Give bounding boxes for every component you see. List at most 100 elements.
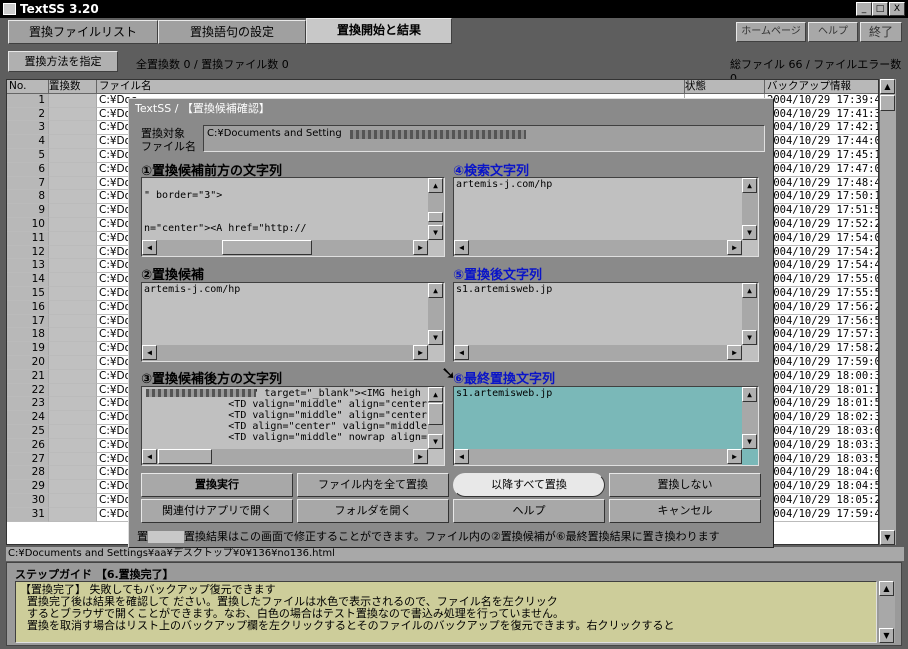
replace-all-in-file-button[interactable]: ファイル内を全て置換 — [297, 473, 449, 497]
row-backup[interactable]: 2004/10/29 17:56:50 — [765, 315, 878, 329]
row-backup[interactable]: 2004/10/29 17:54:48 — [765, 259, 878, 274]
after-vscroll[interactable]: ▲ ▼ — [428, 387, 444, 449]
homepage-button[interactable]: ホームページ — [736, 22, 806, 42]
row-backup[interactable]: 2004/10/29 17:47:05 — [765, 163, 878, 177]
before-text-box[interactable]: " border="3"> n="center"><A href="http:/… — [141, 177, 445, 257]
right-arrow[interactable]: ▶ — [727, 240, 742, 255]
tab-replace-settings[interactable]: 置換語句の設定 — [158, 20, 306, 44]
scroll-down-arrow[interactable]: ▼ — [880, 530, 895, 545]
replacement-vscroll[interactable]: ▲ ▼ — [742, 283, 758, 345]
final-hscroll[interactable]: ◀ ▶ — [454, 449, 742, 465]
row-backup[interactable]: 2004/10/29 18:02:37 — [765, 411, 878, 425]
right-arrow[interactable]: ▶ — [727, 345, 742, 360]
row-backup[interactable]: 2004/10/29 17:56:21 — [765, 301, 878, 315]
up-arrow[interactable]: ▲ — [428, 387, 443, 402]
left-arrow[interactable]: ◀ — [142, 345, 157, 360]
open-folder-button[interactable]: フォルダを開く — [297, 499, 449, 523]
up-arrow[interactable]: ▲ — [428, 178, 443, 193]
replacement-string-box[interactable]: s1.artemisweb.jp ▲ ▼ ◀ ▶ — [453, 282, 759, 362]
down-arrow[interactable]: ▼ — [428, 225, 443, 240]
header-count[interactable]: 置換数 — [49, 80, 97, 94]
replace-all-after-button[interactable]: 以降すべて置換 — [453, 473, 605, 497]
row-backup[interactable]: 2004/10/29 17:55:54 — [765, 287, 878, 301]
row-backup[interactable]: 2004/10/29 18:01:15 — [765, 384, 878, 398]
cancel-button[interactable]: キャンセル — [609, 499, 761, 523]
row-backup[interactable]: 2004/10/29 17:59:03 — [765, 356, 878, 370]
row-backup[interactable]: 2004/10/29 18:04:03 — [765, 466, 878, 481]
guide-up-arrow[interactable]: ▲ — [879, 581, 894, 596]
help-button[interactable]: ヘルプ — [808, 22, 858, 42]
right-arrow[interactable]: ▶ — [413, 345, 428, 360]
row-backup[interactable]: 2004/10/29 17:48:43 — [765, 177, 878, 191]
search-string-box[interactable]: artemis-j.com/hp ▲ ▼ ◀ ▶ — [453, 177, 759, 257]
before-vscroll[interactable]: ▲ ▼ — [428, 178, 444, 240]
open-app-button[interactable]: 関連付けアプリで開く — [141, 499, 293, 523]
row-backup[interactable]: 2004/10/29 17:50:16 — [765, 190, 878, 205]
tab-file-list[interactable]: 置換ファイルリスト — [8, 20, 158, 44]
row-backup[interactable]: 2004/10/29 17:55:06 — [765, 273, 878, 287]
right-arrow[interactable]: ▶ — [413, 449, 428, 464]
thumb[interactable] — [158, 449, 212, 464]
no-replace-button[interactable]: 置換しない — [609, 473, 761, 497]
row-backup[interactable]: 2004/10/29 17:44:07 — [765, 135, 878, 149]
header-backup[interactable]: バックアップ情報 — [765, 80, 878, 94]
left-arrow[interactable]: ◀ — [454, 345, 469, 360]
right-arrow[interactable]: ▶ — [727, 449, 742, 464]
row-backup[interactable]: 2004/10/29 17:52:24 — [765, 218, 878, 232]
guide-scrollbar[interactable]: ▲ ▼ — [879, 581, 895, 643]
candidate-hscroll[interactable]: ◀ ▶ — [142, 345, 428, 361]
down-arrow[interactable]: ▼ — [742, 225, 757, 240]
up-arrow[interactable]: ▲ — [742, 283, 757, 298]
candidate-vscroll[interactable]: ▲ ▼ — [428, 283, 444, 345]
search-hscroll[interactable]: ◀ ▶ — [454, 240, 742, 256]
target-file-field[interactable]: C:¥Documents and Setting — [203, 125, 765, 152]
down-arrow[interactable]: ▼ — [742, 434, 757, 449]
header-no[interactable]: No. — [7, 80, 49, 94]
row-backup[interactable]: 2004/10/29 18:03:05 — [765, 425, 878, 439]
scroll-thumb[interactable] — [880, 95, 895, 111]
row-backup[interactable]: 2004/10/29 17:42:13 — [765, 121, 878, 136]
row-backup[interactable]: 2004/10/29 17:41:38 — [765, 108, 878, 122]
thumb[interactable] — [222, 240, 312, 255]
scroll-up-arrow[interactable]: ▲ — [880, 79, 895, 94]
before-hscroll[interactable]: ◀ ▶ — [142, 240, 428, 256]
minimize-button[interactable]: _ — [856, 2, 872, 16]
maximize-button[interactable]: □ — [872, 2, 888, 16]
table-scrollbar[interactable]: ▲ ▼ — [880, 79, 896, 545]
dialog-help-button[interactable]: ヘルプ — [453, 499, 605, 523]
row-backup[interactable]: 2004/10/29 18:00:37 — [765, 370, 878, 384]
close-button[interactable]: X — [889, 2, 905, 16]
right-arrow[interactable]: ▶ — [413, 240, 428, 255]
tab-replace-results[interactable]: 置換開始と結果 — [306, 18, 452, 44]
left-arrow[interactable]: ◀ — [142, 449, 157, 464]
down-arrow[interactable]: ▼ — [428, 330, 443, 345]
left-arrow[interactable]: ◀ — [142, 240, 157, 255]
guide-down-arrow[interactable]: ▼ — [879, 628, 894, 643]
row-backup[interactable]: 2004/10/29 17:58:24 — [765, 342, 878, 356]
up-arrow[interactable]: ▲ — [742, 178, 757, 193]
row-backup[interactable]: 2004/10/29 17:57:30 — [765, 328, 878, 343]
row-backup[interactable]: 2004/10/29 17:54:28 — [765, 246, 878, 260]
row-backup[interactable]: 2004/10/29 18:01:56 — [765, 397, 878, 412]
after-text-box[interactable]: " target="_blank"><IMG heigh <TD valign=… — [141, 386, 445, 466]
up-arrow[interactable]: ▲ — [742, 387, 757, 402]
search-vscroll[interactable]: ▲ ▼ — [742, 178, 758, 240]
up-arrow[interactable]: ▲ — [428, 283, 443, 298]
row-backup[interactable]: 2004/10/29 17:39:48 — [765, 94, 878, 108]
replace-method-button[interactable]: 置換方法を指定 — [8, 51, 118, 72]
thumb[interactable] — [428, 403, 443, 425]
exit-button[interactable]: 終了 — [860, 22, 902, 42]
replace-execute-button[interactable]: 置換実行 — [141, 473, 293, 497]
final-string-box[interactable]: s1.artemisweb.jp ▲ ▼ ◀ ▶ — [453, 386, 759, 466]
final-vscroll[interactable]: ▲ ▼ — [742, 387, 758, 449]
candidate-box[interactable]: artemis-j.com/hp ▲ ▼ ◀ ▶ — [141, 282, 445, 362]
replacement-hscroll[interactable]: ◀ ▶ — [454, 345, 742, 361]
row-backup[interactable]: 2004/10/29 17:45:17 — [765, 149, 878, 163]
down-arrow[interactable]: ▼ — [428, 434, 443, 449]
left-arrow[interactable]: ◀ — [454, 240, 469, 255]
row-backup[interactable]: 2004/10/29 17:51:53 — [765, 204, 878, 218]
row-backup[interactable]: 2004/10/29 17:54:02 — [765, 232, 878, 246]
left-arrow[interactable]: ◀ — [454, 449, 469, 464]
header-status[interactable]: 状態 — [685, 80, 765, 94]
row-backup[interactable]: 2004/10/29 18:05:29 — [765, 494, 878, 508]
